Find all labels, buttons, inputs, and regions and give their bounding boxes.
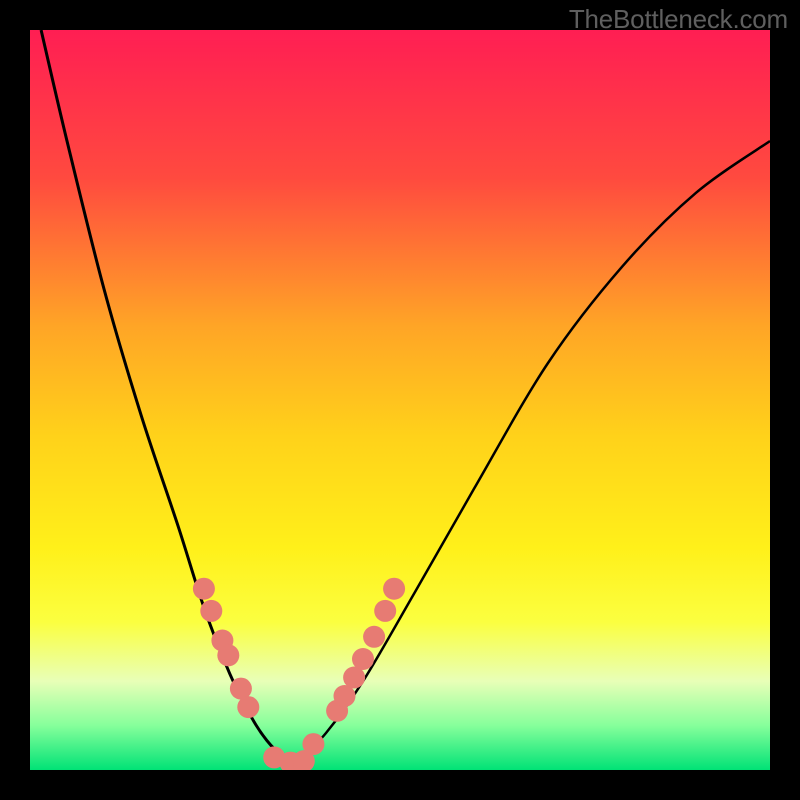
highlight-point — [383, 578, 405, 600]
highlight-point — [193, 578, 215, 600]
site-watermark: TheBottleneck.com — [569, 4, 788, 35]
frame: TheBottleneck.com — [0, 0, 800, 800]
highlight-point — [237, 696, 259, 718]
highlight-point — [363, 626, 385, 648]
highlight-point — [374, 600, 396, 622]
highlight-point — [217, 644, 239, 666]
plot-background — [30, 30, 770, 770]
highlight-point — [200, 600, 222, 622]
highlight-point — [302, 733, 324, 755]
highlight-point — [352, 648, 374, 670]
plot-area — [30, 30, 770, 770]
